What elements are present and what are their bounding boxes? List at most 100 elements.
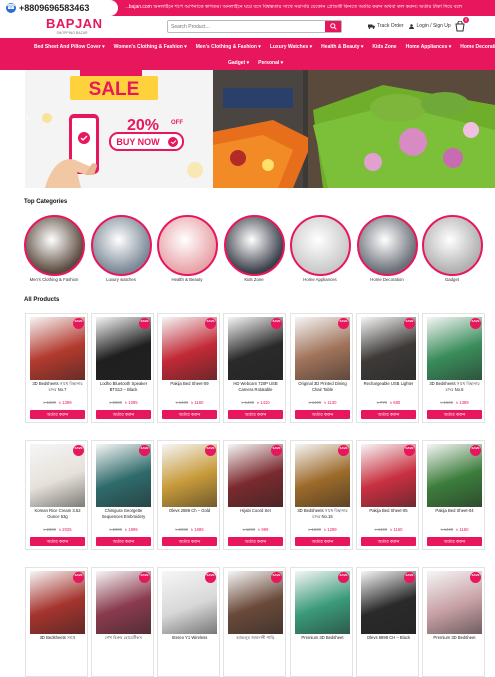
product-card[interactable]: SAVE Hijabi Coord Set ৳ 1200 ৳ 999 অর্ডার কর…	[223, 440, 286, 550]
category-item[interactable]: Gadget	[420, 215, 484, 282]
discount-badge: SAVE	[73, 318, 84, 329]
product-card[interactable]: SAVE Pakija Bed Sheet-04 ৳ 1400 ৳ 1160 অর্ডা…	[422, 440, 485, 550]
discount-badge: SAVE	[139, 572, 150, 583]
sale-price: ৳ 1410	[257, 400, 270, 405]
nav-item-row1-4[interactable]: Health & Beauty ▾	[321, 44, 363, 50]
product-card[interactable]: SAVE Pakija Bed Sheet-05 ৳ 1400 ৳ 1160 অর্ডা…	[356, 440, 419, 550]
order-button[interactable]: অর্ডার করুন	[295, 410, 350, 419]
product-name[interactable]: হ্যান্ডলুম জামদানী শাড়ি	[227, 635, 284, 652]
product-name[interactable]: 3D Bedsheets সাথে	[29, 635, 86, 652]
product-name[interactable]: Olevs 2889 Ch – Gold	[161, 508, 218, 525]
product-name[interactable]: Pakija Bed Sheet-05	[360, 508, 417, 525]
product-card[interactable]: SAVE Korean Rice Cream 3.52 Ounce 53g ৳ 23…	[25, 440, 88, 550]
category-carousel: Men's Clothing & Fashion Luxury watches He…	[22, 215, 495, 285]
product-name[interactable]: Stereo Y1 Wireless	[161, 635, 218, 652]
category-label: Gadget	[444, 277, 460, 282]
track-order-link[interactable]: Track Order	[368, 23, 403, 29]
nav-item-row1-0[interactable]: Bed Sheet And Pillow Cover ▾	[34, 44, 105, 50]
site-logo[interactable]: BAPJAN SHOPPING BAZAR	[46, 16, 103, 37]
old-price: ৳ 770	[376, 400, 387, 405]
product-card[interactable]: SAVE 3D Bedsheets সাথে বিছানার চাদর No.6 ৳…	[422, 313, 485, 423]
order-button[interactable]: অর্ডার করুন	[361, 537, 416, 546]
product-name[interactable]: Pakija Bed Sheet-04	[426, 508, 483, 525]
nav-item-row1-5[interactable]: Kids Zone	[372, 44, 396, 50]
search-button[interactable]	[325, 21, 341, 32]
product-card[interactable]: SAVE Pakija Bed Sheet-09 ৳ 1400 ৳ 1160 অর্ডা…	[157, 313, 220, 423]
product-card[interactable]: SAVE শেখ বিক্রয় হোমেটিকস	[91, 567, 154, 677]
nav-item-row1-6[interactable]: Home Appliances ▾	[406, 44, 452, 50]
product-name[interactable]: Original 3D Printed Dining Chair Table	[294, 381, 351, 398]
product-name[interactable]: 3D Bedsheets সাথে বিছানার চাদর No.7	[29, 381, 86, 398]
product-card[interactable]: SAVE 3D Bedsheets সাথে	[25, 567, 88, 677]
nav-item-row1-3[interactable]: Luxury Watches ▾	[270, 44, 312, 50]
product-name[interactable]: 3D Bedsheets সাথে বিছানার চাদর No.6	[426, 381, 483, 398]
category-item[interactable]: Men's Clothing & Fashion	[22, 215, 86, 282]
product-name[interactable]: Rechargeable USB Lighter	[360, 381, 417, 398]
buy-now-text: BUY NOW	[116, 137, 160, 147]
product-name[interactable]: শেখ বিক্রয় হোমেটিকস	[95, 635, 152, 652]
product-card[interactable]: SAVE হ্যান্ডলুম জামদানী শাড়ি	[223, 567, 286, 677]
product-name[interactable]: Premium 3D Bedsheet	[294, 635, 351, 652]
category-item[interactable]: Kids Zone	[222, 215, 286, 282]
nav-item-row2-0[interactable]: Gadget ▾	[228, 60, 249, 66]
order-button[interactable]: অর্ডার করুন	[30, 410, 85, 419]
site-header: BAPJAN SHOPPING BAZAR Track Order Login …	[0, 16, 495, 38]
product-card[interactable]: SAVE Olevs 2889 Ch – Gold ৳ 2000 ৳ 1695 অর্ড…	[157, 440, 220, 550]
product-name[interactable]: Lodho Bluetooth Speaker BTS12 – Black	[95, 381, 152, 398]
discount-badge: SAVE	[73, 572, 84, 583]
order-button[interactable]: অর্ডার করুন	[162, 537, 217, 546]
order-button[interactable]: অর্ডার করুন	[427, 410, 482, 419]
nav-item-row1-7[interactable]: Home Decoration ▾	[460, 44, 495, 50]
banner-prev-arrow[interactable]: ‹	[26, 113, 29, 124]
category-image	[156, 215, 218, 276]
order-button[interactable]: অর্ডার করুন	[30, 537, 85, 546]
order-button[interactable]: অর্ডার করুন	[96, 537, 151, 546]
sale-price: ৳ 1399	[59, 400, 72, 405]
category-item[interactable]: Home Appliances	[288, 215, 352, 282]
product-card[interactable]: SAVE Premium 3D Bedsheet	[290, 567, 353, 677]
order-button[interactable]: অর্ডার করুন	[228, 410, 283, 419]
discount-badge: SAVE	[404, 572, 415, 583]
product-card[interactable]: SAVE Stereo Y1 Wireless	[157, 567, 220, 677]
product-name[interactable]: HD Webcam 720P USB Camera Rotatable	[227, 381, 284, 398]
product-name[interactable]: Premium 3D Bedsheet	[426, 635, 483, 652]
product-name[interactable]: Hijabi Coord Set	[227, 508, 284, 525]
cart-button[interactable]: 0	[455, 17, 469, 32]
product-price: ৳ 1400 ৳ 1160	[423, 527, 486, 534]
product-card[interactable]: SAVE Premium 3D Bedsheet	[422, 567, 485, 677]
category-item[interactable]: Luxury watches	[89, 215, 153, 282]
product-card[interactable]: SAVE 3D Bedsheets সাথে বিছানার চাদর No.15…	[290, 440, 353, 550]
product-name[interactable]: Chinigura Georgette Sequences Embroidery	[95, 508, 152, 525]
phone-number[interactable]: +8809696583463	[19, 3, 89, 13]
category-item[interactable]: Home Decoration	[355, 215, 419, 282]
order-button[interactable]: অর্ডার করুন	[427, 537, 482, 546]
login-link[interactable]: Login / Sign Up	[409, 23, 451, 29]
nav-item-row2-1[interactable]: Personal ▾	[258, 60, 283, 66]
old-price: ৳ 1200	[242, 527, 256, 532]
order-button[interactable]: অর্ডার করুন	[295, 537, 350, 546]
product-card[interactable]: SAVE Original 3D Printed Dining Chair Tab…	[290, 313, 353, 423]
product-card[interactable]: SAVE Rechargeable USB Lighter ৳ 770 ৳ 680 অর…	[356, 313, 419, 423]
product-name[interactable]: Pakija Bed Sheet-09	[161, 381, 218, 398]
order-button[interactable]: অর্ডার করুন	[228, 537, 283, 546]
product-card[interactable]: SAVE Olevs 6898 CH – Black	[356, 567, 419, 677]
product-card[interactable]: SAVE Chinigura Georgette Sequences Embroi…	[91, 440, 154, 550]
hero-banner[interactable]: SALE 20% OFF BUY NOW	[25, 70, 495, 188]
nav-item-row1-1[interactable]: Women's Clothing & Fashion ▾	[114, 44, 187, 50]
logo-text: BAPJAN	[46, 16, 103, 31]
phone-contact[interactable]: ☎ +8809696583463	[0, 0, 118, 16]
order-button[interactable]: অর্ডার করুন	[162, 410, 217, 419]
category-item[interactable]: Health & Beauty	[155, 215, 219, 282]
product-name[interactable]: 3D Bedsheets সাথে বিছানার চাদর No.15	[294, 508, 351, 525]
nav-item-row1-2[interactable]: Men's Clothing & Fashion ▾	[196, 44, 261, 50]
order-button[interactable]: অর্ডার করুন	[361, 410, 416, 419]
product-name[interactable]: Korean Rice Cream 3.52 Ounce 53g	[29, 508, 86, 525]
search-input[interactable]	[168, 21, 325, 32]
track-order-label: Track Order	[377, 23, 404, 29]
product-name[interactable]: Olevs 6898 CH – Black	[360, 635, 417, 652]
order-button[interactable]: অর্ডার করুন	[96, 410, 151, 419]
product-card[interactable]: SAVE Lodho Bluetooth Speaker BTS12 – Blac…	[91, 313, 154, 423]
product-card[interactable]: SAVE 3D Bedsheets সাথে বিছানার চাদর No.7 ৳…	[25, 313, 88, 423]
product-card[interactable]: SAVE HD Webcam 720P USB Camera Rotatable ৳…	[223, 313, 286, 423]
category-image	[289, 215, 351, 276]
